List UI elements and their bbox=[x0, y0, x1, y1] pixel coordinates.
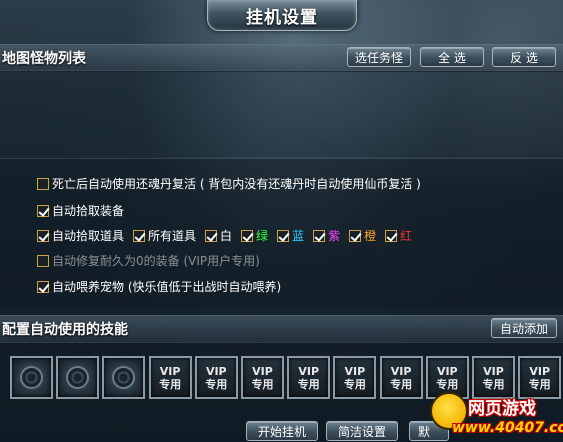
vip-slot-sublabel: 专用 bbox=[528, 377, 551, 391]
auto-repair-option[interactable]: 自动修复耐久为0的装备 (VIP用户专用) bbox=[37, 252, 260, 269]
simple-settings-button[interactable]: 简洁设置 bbox=[326, 421, 398, 441]
auto-pickup-equip-label: 自动拾取装备 bbox=[52, 204, 125, 218]
revive-label: 死亡后自动使用还魂丹复活 ( 背包内没有还魂丹时自动使用仙币复活 ) bbox=[52, 177, 421, 191]
vip-slot-sublabel: 专用 bbox=[159, 377, 182, 391]
monster-list[interactable] bbox=[0, 70, 563, 157]
auto-pickup-items-checkbox[interactable] bbox=[37, 229, 49, 242]
skill-slot[interactable] bbox=[102, 356, 146, 399]
item-filter-option[interactable]: 所有道具 bbox=[133, 227, 196, 244]
item-filter-option[interactable]: 白 bbox=[205, 227, 232, 244]
auto-pickup-items-label: 自动拾取道具 bbox=[52, 229, 125, 243]
item-filter-option[interactable]: 红 bbox=[385, 227, 412, 244]
vip-locked-slot[interactable]: VIP 专用 bbox=[287, 356, 331, 399]
vip-locked-slot[interactable]: VIP 专用 bbox=[379, 356, 423, 399]
vip-locked-slot[interactable]: VIP 专用 bbox=[241, 356, 284, 399]
item-filter-option[interactable]: 橙 bbox=[349, 227, 376, 244]
item-filter-label: 绿 bbox=[256, 229, 269, 243]
start-afk-button[interactable]: 开始挂机 bbox=[246, 421, 318, 441]
vip-slot-sublabel: 专用 bbox=[251, 377, 274, 391]
item-filter-checkbox[interactable] bbox=[133, 229, 146, 242]
skill-emblem-icon bbox=[20, 366, 43, 389]
item-filter-option[interactable]: 紫 bbox=[313, 227, 340, 244]
vip-slot-label: VIP bbox=[483, 364, 504, 378]
item-filter-checkbox[interactable] bbox=[277, 229, 290, 242]
skill-slot[interactable] bbox=[10, 356, 53, 399]
vip-slot-sublabel: 专用 bbox=[343, 377, 366, 391]
auto-add-skill-button[interactable]: 自动添加 bbox=[491, 318, 557, 338]
select-task-monsters-button[interactable]: 选任务怪 bbox=[347, 47, 411, 67]
vip-slot-label: VIP bbox=[344, 364, 366, 378]
item-filter-label: 紫 bbox=[328, 229, 341, 243]
item-filter-label: 橙 bbox=[364, 229, 377, 243]
window-title: 挂机设置 bbox=[207, 0, 357, 31]
vip-locked-slot[interactable]: VIP 专用 bbox=[148, 356, 192, 399]
auto-feed-pet-checkbox[interactable] bbox=[37, 280, 49, 293]
watermark-title: 网页游戏 bbox=[468, 399, 536, 419]
auto-feed-pet-label: 自动喂养宠物 (快乐值低于出战时自动喂养) bbox=[52, 280, 282, 294]
vip-slot-label: VIP bbox=[298, 364, 320, 378]
item-filter-label: 红 bbox=[400, 229, 413, 243]
select-all-button[interactable]: 全 选 bbox=[420, 47, 484, 67]
vip-slot-label: VIP bbox=[436, 364, 458, 378]
item-filter-label: 白 bbox=[220, 229, 233, 243]
vip-locked-slot[interactable]: VIP 专用 bbox=[333, 356, 377, 399]
vip-slot-label: VIP bbox=[529, 364, 551, 378]
vip-slot-label: VIP bbox=[252, 364, 273, 378]
item-quality-filters: 所有道具 白 绿 蓝 紫 橙 红 bbox=[133, 227, 421, 244]
item-filter-checkbox[interactable] bbox=[385, 229, 398, 242]
item-filter-checkbox[interactable] bbox=[349, 229, 362, 242]
item-filter-checkbox[interactable] bbox=[241, 229, 254, 242]
revive-checkbox[interactable] bbox=[37, 177, 49, 190]
auto-pickup-equip-checkbox[interactable] bbox=[37, 204, 49, 217]
invert-selection-button[interactable]: 反 选 bbox=[492, 47, 556, 67]
vip-slot-sublabel: 专用 bbox=[482, 377, 505, 391]
skill-slot[interactable] bbox=[56, 356, 100, 399]
item-filter-label: 所有道具 bbox=[148, 229, 197, 243]
vip-locked-slot[interactable]: VIP 专用 bbox=[194, 356, 238, 399]
vip-slot-sublabel: 专用 bbox=[205, 377, 228, 391]
auto-pickup-equip-option[interactable]: 自动拾取装备 bbox=[37, 202, 124, 219]
skill-emblem-icon bbox=[66, 366, 90, 389]
vip-slot-label: VIP bbox=[205, 364, 227, 378]
item-filter-checkbox[interactable] bbox=[205, 229, 218, 242]
map-monster-heading: 地图怪物列表 bbox=[2, 51, 86, 67]
auto-repair-label: 自动修复耐久为0的装备 (VIP用户专用) bbox=[52, 254, 260, 268]
vip-slot-label: VIP bbox=[390, 364, 412, 378]
site-watermark: 网页游戏 www.40407.com bbox=[430, 392, 563, 442]
item-filter-checkbox[interactable] bbox=[313, 229, 326, 242]
skill-emblem-icon bbox=[112, 366, 136, 389]
auto-pickup-items-row: 自动拾取道具 所有道具 白 绿 蓝 紫 橙 红 bbox=[37, 227, 421, 244]
vip-slot-sublabel: 专用 bbox=[436, 377, 459, 391]
item-filter-option[interactable]: 绿 bbox=[241, 227, 268, 244]
vip-slot-sublabel: 专用 bbox=[297, 377, 320, 391]
skills-heading: 配置自动使用的技能 bbox=[2, 322, 128, 338]
auto-pickup-items-option[interactable]: 自动拾取道具 bbox=[37, 227, 124, 244]
vip-slot-label: VIP bbox=[159, 364, 181, 378]
item-filter-label: 蓝 bbox=[292, 229, 305, 243]
revive-option[interactable]: 死亡后自动使用还魂丹复活 ( 背包内没有还魂丹时自动使用仙币复活 ) bbox=[37, 175, 421, 192]
auto-repair-checkbox[interactable] bbox=[37, 254, 49, 267]
auto-feed-pet-option[interactable]: 自动喂养宠物 (快乐值低于出战时自动喂养) bbox=[37, 278, 281, 295]
item-filter-option[interactable]: 蓝 bbox=[277, 227, 304, 244]
vip-slot-sublabel: 专用 bbox=[390, 377, 413, 391]
watermark-url: www.40407.com bbox=[452, 420, 563, 436]
